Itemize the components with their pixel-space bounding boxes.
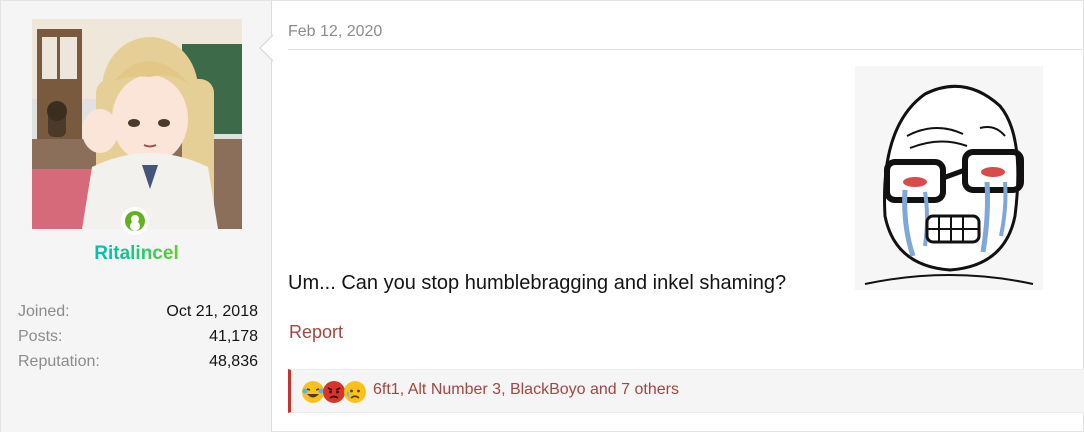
stat-value: 41,178 (209, 328, 258, 345)
online-status-icon (125, 211, 145, 231)
stat-row-posts: Posts: 41,178 (18, 326, 258, 351)
stat-value: Oct 21, 2018 (166, 303, 258, 320)
post-message: Um... Can you stop humblebragging and in… (288, 272, 787, 294)
stat-label: Joined: (18, 303, 70, 320)
anime-girl-avatar-icon (32, 19, 242, 229)
message-panel: Feb 12, 2020 Um... Can you stop humblebr… (273, 1, 1084, 432)
stat-value: 48,836 (209, 353, 258, 370)
stat-label: Posts: (18, 328, 63, 345)
post-date[interactable]: Feb 12, 2020 (288, 23, 382, 41)
stat-row-reputation: Reputation: 48,836 (18, 351, 258, 376)
report-link[interactable]: Report (289, 322, 343, 343)
user-stats: Joined: Oct 21, 2018 Posts: 41,178 Reput… (18, 301, 258, 376)
forum-post: Ritalincel Joined: Oct 21, 2018 Posts: 4… (0, 0, 1084, 432)
stat-row-joined: Joined: Oct 21, 2018 (18, 301, 258, 326)
username[interactable]: Ritalincel (1, 243, 272, 265)
reaction-icons (301, 380, 367, 404)
online-status-badge (121, 207, 149, 235)
reaction-summary-link[interactable]: 6ft1, Alt Number 3, BlackBoyo and 7 othe… (373, 381, 679, 399)
sad-emoji-icon (344, 381, 366, 403)
stat-label: Reputation: (18, 353, 100, 370)
user-info-panel: Ritalincel Joined: Oct 21, 2018 Posts: 4… (1, 1, 272, 432)
reactions-bar[interactable]: 6ft1, Alt Number 3, BlackBoyo and 7 othe… (288, 369, 1084, 413)
divider (288, 49, 1084, 50)
attached-image[interactable] (855, 66, 1043, 290)
user-avatar[interactable] (32, 19, 242, 229)
crying-wojak-image-icon (855, 66, 1043, 290)
